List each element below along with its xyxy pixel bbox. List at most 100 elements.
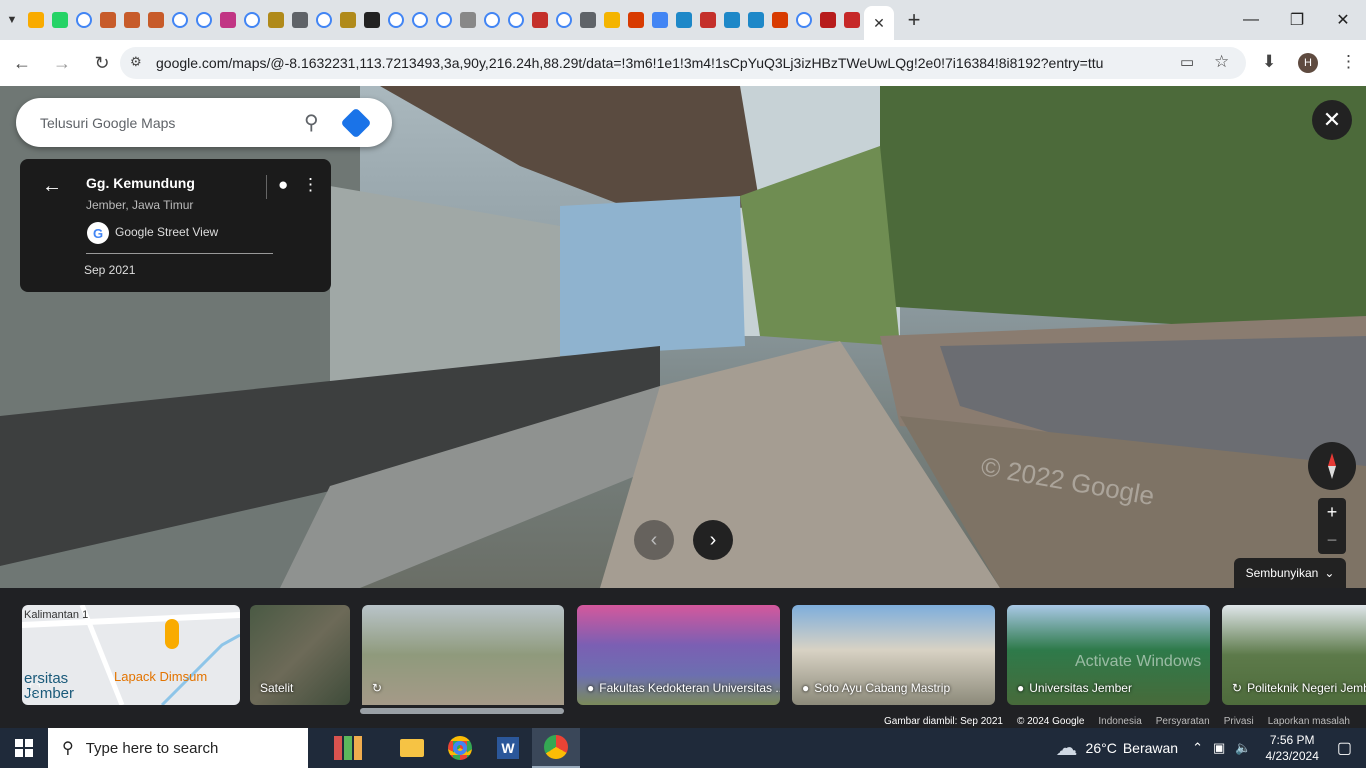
photo-tab-icon[interactable] [604,12,620,28]
whatsapp-tab-icon[interactable] [52,12,68,28]
url-text[interactable]: google.com/maps/@-8.1632231,113.7213493,… [156,55,1116,71]
zoom-in-button[interactable]: + [1318,498,1346,526]
word-icon[interactable]: W [484,728,532,768]
search-icon[interactable]: ⚲ [304,110,319,135]
jdih-tab-icon[interactable] [100,12,116,28]
instagram-tab-icon[interactable] [220,12,236,28]
reload-button[interactable]: ↻ [84,45,120,81]
taskbar-search[interactable]: ⚲ Type here to search [48,728,308,768]
file-explorer-icon[interactable] [388,728,436,768]
next-photo-button[interactable]: › [693,520,733,560]
clock[interactable]: 7:56 PM 4/23/2024 [1265,732,1318,764]
google-tab-icon[interactable] [244,12,260,28]
ti-tab-icon[interactable] [820,12,836,28]
privacy-link[interactable]: Privasi [1224,716,1254,727]
books-decoration-icon[interactable] [308,728,388,768]
compass[interactable] [1308,442,1356,490]
terms-link[interactable]: Persyaratan [1156,716,1210,727]
youtube-tab-icon[interactable] [532,12,548,28]
pegman-icon[interactable] [165,619,179,649]
download-icon[interactable]: ⬇ [1262,52,1276,72]
filmstrip-scroll-indicator[interactable] [360,708,564,714]
doc-tab-icon[interactable] [292,12,308,28]
google-tab-icon[interactable] [412,12,428,28]
weather-cloud-icon[interactable]: ☁ [1056,735,1078,761]
maps-search-box[interactable]: Telusuri Google Maps ⚲ [16,98,392,147]
start-button[interactable] [0,728,48,768]
address-bar[interactable]: ⚙ google.com/maps/@-8.1632231,113.721349… [120,47,1246,79]
google-tab-icon[interactable] [196,12,212,28]
notification-icon[interactable]: ▢ [1337,738,1352,758]
minimap-thumbnail[interactable]: Kalimantan 1 ersitas Jember Lapack Dimsu… [22,605,240,705]
minimize-button[interactable]: — [1228,0,1274,40]
fullscreen-icon[interactable]: ⛶ [30,681,40,698]
browser-menu-icon[interactable]: ⋮ [1340,52,1357,72]
photo-thumbnail[interactable]: ● Fakultas Kedokteran Universitas ... [577,605,780,705]
google-tab-icon[interactable] [508,12,524,28]
street-view-thumbnail[interactable]: ↻ [362,605,564,705]
ro-tab-icon[interactable] [364,12,380,28]
photo-thumbnail[interactable]: ↻Politeknik Negeri Jember [1222,605,1366,705]
back-button[interactable]: ← [4,45,40,81]
jdih-tab-icon[interactable] [124,12,140,28]
notion-tab-icon[interactable] [700,12,716,28]
google-tab-icon[interactable] [484,12,500,28]
zoom-out-button[interactable]: − [1318,526,1346,554]
install-app-icon[interactable]: ▭ [1180,53,1194,71]
report-link[interactable]: Laporkan masalah [1268,716,1350,727]
weather-temp[interactable]: 26°C [1086,740,1117,756]
country-link[interactable]: Indonesia [1098,716,1141,727]
network-icon[interactable]: ▣ [1213,740,1225,756]
site-info-icon[interactable]: ⚙ [130,54,142,70]
weather-desc[interactable]: Berawan [1123,740,1178,756]
volume-icon[interactable]: 🔈 [1235,740,1251,756]
tab-search-button[interactable]: ▼ [0,0,24,40]
chart-tab-icon[interactable] [28,12,44,28]
source-label[interactable]: Google Street View [115,225,218,239]
more-options-icon[interactable]: ⋮ [302,175,319,195]
jdih-tab-icon[interactable] [148,12,164,28]
previous-photo-button[interactable]: ‹ [634,520,674,560]
tray-chevron-icon[interactable]: ⌃ [1192,740,1203,756]
photo-thumbnail[interactable]: ● Universitas Jember Activate Windows [1007,605,1210,705]
linear-tab-icon[interactable] [748,12,764,28]
ask-tab-icon[interactable] [460,12,476,28]
back-arrow-icon[interactable]: ← [42,175,62,198]
emblem-tab-icon[interactable] [268,12,284,28]
search-input[interactable]: Telusuri Google Maps [40,115,280,131]
r-tab-icon[interactable] [844,12,860,28]
sso-tab-icon[interactable] [676,12,692,28]
sso-tab-icon[interactable] [724,12,740,28]
chrome-icon[interactable] [436,728,484,768]
google-tab-icon[interactable] [796,12,812,28]
close-tab-icon[interactable]: ✕ [873,15,885,32]
profile-avatar[interactable]: H [1298,53,1318,73]
search-icon: ⚲ [62,740,74,757]
google-tab-icon[interactable] [436,12,452,28]
google-tab-icon[interactable] [556,12,572,28]
photo-thumbnail[interactable]: ● Soto Ayu Cabang Mastrip [792,605,995,705]
map-pin-icon[interactable]: ● [278,175,288,195]
google-tab-icon[interactable] [76,12,92,28]
hide-filmstrip-button[interactable]: Sembunyikan ⌄ [1234,558,1346,588]
restore-button[interactable]: ❐ [1274,0,1320,40]
directions-icon[interactable] [340,106,372,139]
new-tab-button[interactable]: + [902,0,926,40]
capture-date[interactable]: Sep 2021 [84,263,135,277]
satellite-thumbnail[interactable]: Satelit [250,605,350,705]
docs-tab-icon[interactable] [652,12,668,28]
chrome-profile-icon[interactable] [532,728,580,768]
forward-button[interactable]: → [44,45,80,81]
window-close-button[interactable]: ✕ [1320,0,1366,40]
globe-tab-icon[interactable] [580,12,596,28]
office-tab-icon[interactable] [772,12,788,28]
close-street-view-button[interactable]: ✕ [1312,100,1352,140]
google-tab-icon[interactable] [316,12,332,28]
emblem-tab-icon[interactable] [340,12,356,28]
office-tab-icon[interactable] [628,12,644,28]
divider [86,253,273,254]
google-tab-icon[interactable] [172,12,188,28]
google-tab-icon[interactable] [388,12,404,28]
bookmark-star-icon[interactable]: ☆ [1214,52,1229,72]
active-tab[interactable]: ✕ [864,6,894,40]
